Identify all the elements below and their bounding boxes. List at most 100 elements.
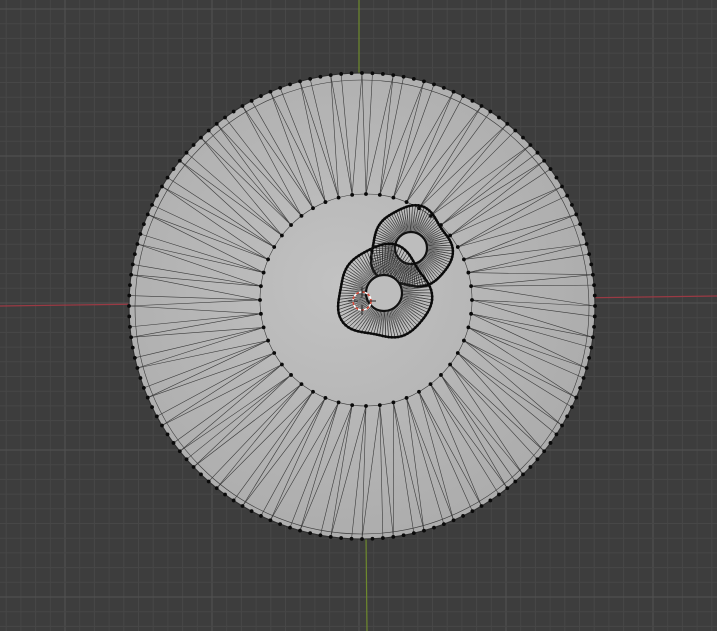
mesh-vertex[interactable] (542, 158, 547, 163)
mesh-vertex[interactable] (428, 382, 433, 386)
mesh-vertex[interactable] (413, 326, 417, 330)
mesh-vertex[interactable] (138, 376, 143, 380)
mesh-vertex[interactable] (206, 479, 211, 484)
mesh-vertex[interactable] (479, 104, 484, 108)
mesh-vertex[interactable] (430, 282, 433, 285)
mesh-vertex[interactable] (377, 193, 382, 197)
mesh-vertex[interactable] (337, 294, 341, 298)
mesh-vertex[interactable] (249, 98, 254, 103)
mesh-vertex[interactable] (323, 200, 328, 204)
mesh-vertex[interactable] (368, 248, 372, 251)
mesh-vertex[interactable] (404, 200, 409, 204)
mesh-vertex[interactable] (278, 85, 283, 90)
mesh-vertex[interactable] (462, 257, 466, 262)
mesh-vertex[interactable] (574, 395, 579, 400)
mesh-vertex[interactable] (578, 222, 583, 227)
mesh-vertex[interactable] (347, 326, 350, 329)
mesh-vertex[interactable] (261, 325, 266, 330)
mesh-vertex[interactable] (431, 213, 435, 217)
mesh-vertex[interactable] (428, 285, 432, 288)
mesh-vertex[interactable] (141, 385, 146, 390)
mesh-vertex[interactable] (240, 104, 245, 108)
mesh-vertex[interactable] (497, 492, 501, 497)
mesh-vertex[interactable] (548, 441, 553, 445)
mesh-vertex[interactable] (434, 278, 438, 282)
mesh-vertex[interactable] (400, 334, 403, 338)
mesh-vertex[interactable] (298, 528, 302, 533)
mesh-vertex[interactable] (570, 405, 574, 409)
mesh-vertex[interactable] (145, 212, 150, 217)
mesh-vertex[interactable] (419, 272, 423, 275)
mesh-vertex[interactable] (150, 203, 154, 207)
mesh-vertex[interactable] (360, 330, 363, 334)
mesh-vertex[interactable] (128, 283, 132, 288)
mesh-vertex[interactable] (590, 272, 595, 277)
mesh-vertex[interactable] (401, 246, 404, 250)
mesh-vertex[interactable] (366, 331, 370, 335)
mesh-vertex[interactable] (375, 333, 378, 336)
mesh-vertex[interactable] (356, 330, 360, 333)
mesh-vertex[interactable] (268, 89, 273, 94)
mesh-vertex[interactable] (479, 504, 484, 508)
mesh-vertex[interactable] (554, 175, 559, 180)
mesh-vertex[interactable] (397, 244, 401, 248)
mesh-vertex[interactable] (336, 195, 341, 200)
mesh-vertex[interactable] (427, 209, 431, 212)
mesh-vertex[interactable] (432, 280, 436, 284)
mesh-vertex[interactable] (336, 304, 340, 308)
mesh-vertex[interactable] (374, 245, 378, 249)
mesh-vertex[interactable] (420, 319, 424, 322)
mesh-vertex[interactable] (191, 465, 196, 469)
mesh-vertex[interactable] (127, 304, 131, 308)
mesh-vertex[interactable] (444, 268, 447, 271)
mesh-vertex[interactable] (289, 373, 293, 377)
mesh-vertex[interactable] (424, 284, 428, 287)
mesh-vertex[interactable] (390, 336, 394, 339)
mesh-vertex[interactable] (199, 472, 203, 477)
mesh-vertex[interactable] (462, 338, 466, 343)
mesh-vertex[interactable] (138, 232, 143, 236)
mesh-vertex[interactable] (272, 245, 277, 249)
mesh-vertex[interactable] (441, 522, 446, 527)
mesh-vertex[interactable] (266, 338, 270, 343)
mesh-vertex[interactable] (299, 382, 304, 386)
mesh-vertex[interactable] (377, 223, 381, 227)
mesh-vertex[interactable] (347, 262, 351, 266)
mesh-vertex[interactable] (311, 206, 315, 211)
mesh-vertex[interactable] (373, 236, 376, 239)
mesh-vertex[interactable] (127, 293, 132, 298)
mesh-vertex[interactable] (413, 262, 416, 265)
mesh-vertex[interactable] (593, 304, 597, 308)
mesh-vertex[interactable] (339, 285, 343, 289)
mesh-vertex[interactable] (383, 217, 386, 221)
mesh-vertex[interactable] (328, 534, 333, 539)
mesh-vertex[interactable] (339, 72, 344, 76)
mesh-vertex[interactable] (394, 210, 398, 213)
mesh-vertex[interactable] (341, 276, 345, 280)
mesh-vertex[interactable] (438, 274, 442, 278)
mesh-vertex[interactable] (442, 270, 446, 274)
mesh-vertex[interactable] (280, 233, 284, 238)
mesh-vertex[interactable] (132, 252, 137, 257)
mesh-vertex[interactable] (429, 288, 433, 292)
mesh-vertex[interactable] (328, 73, 333, 78)
mesh-vertex[interactable] (259, 284, 263, 289)
mesh-vertex[interactable] (422, 316, 426, 320)
mesh-vertex[interactable] (542, 449, 547, 454)
mesh-vertex[interactable] (341, 321, 345, 324)
mesh-vertex[interactable] (430, 291, 434, 295)
mesh-vertex[interactable] (426, 311, 429, 314)
mesh-vertex[interactable] (469, 311, 473, 316)
mesh-vertex[interactable] (343, 270, 346, 274)
mesh-vertex[interactable] (360, 537, 364, 541)
mesh-vertex[interactable] (402, 206, 406, 210)
mesh-vertex[interactable] (384, 335, 387, 338)
mesh-vertex[interactable] (288, 525, 292, 530)
mesh-vertex[interactable] (381, 334, 384, 338)
mesh-vertex[interactable] (535, 457, 540, 462)
3d-viewport[interactable] (0, 0, 717, 631)
mesh-vertex[interactable] (455, 245, 460, 249)
mesh-vertex[interactable] (411, 204, 414, 207)
mesh-vertex[interactable] (375, 228, 379, 232)
mesh-vertex[interactable] (416, 324, 419, 327)
